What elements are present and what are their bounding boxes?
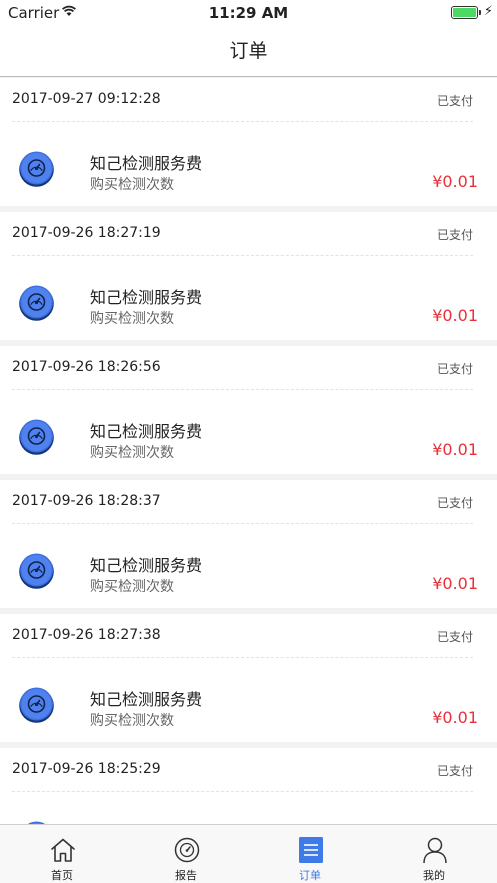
person-icon (423, 837, 447, 863)
dashed-divider (12, 523, 473, 524)
order-card[interactable]: 2017-09-27 09:12:28 已支付 知己检测服务费 购买检测次数 ¥… (0, 78, 497, 206)
charging-icon: ⚡ (483, 4, 493, 19)
order-card[interactable]: 2017-09-26 18:27:38 已支付 知己检测服务费 购买检测次数 ¥… (0, 614, 497, 742)
item-description: 购买检测次数 (90, 579, 174, 595)
order-date: 2017-09-26 18:28:37 (12, 493, 161, 509)
item-description: 购买检测次数 (90, 445, 174, 461)
order-date: 2017-09-27 09:12:28 (12, 91, 161, 107)
gauge-icon (19, 419, 54, 455)
gauge-icon (19, 151, 54, 187)
tab-bar: 首页 报告 订单 我的 (0, 824, 497, 883)
tab-label: 我的 (423, 869, 445, 882)
item-name: 知己检测服务费 (90, 690, 203, 709)
battery-icon (451, 6, 478, 19)
gauge-icon (174, 837, 200, 863)
tab-profile[interactable]: 我的 (372, 825, 496, 883)
tab-label: 订单 (299, 869, 321, 882)
order-status: 已支付 (436, 94, 473, 108)
tab-report[interactable]: 报告 (124, 825, 248, 883)
gauge-icon (19, 553, 54, 589)
tab-home[interactable]: 首页 (0, 825, 124, 883)
order-card[interactable]: 2017-09-26 18:27:19 已支付 知己检测服务费 购买检测次数 ¥… (0, 212, 497, 340)
dashed-divider (12, 791, 473, 792)
list-icon (299, 837, 323, 863)
order-price: ¥0.01 (432, 172, 478, 191)
order-price: ¥0.01 (432, 306, 478, 325)
order-status: 已支付 (436, 228, 473, 242)
order-status: 已支付 (436, 362, 473, 376)
order-price: ¥0.01 (432, 708, 478, 727)
item-name: 知己检测服务费 (90, 422, 203, 441)
item-name: 知己检测服务费 (90, 556, 203, 575)
item-description: 购买检测次数 (90, 177, 174, 193)
item-name: 知己检测服务费 (90, 154, 203, 173)
gauge-icon (19, 285, 54, 321)
tab-label: 首页 (51, 869, 73, 882)
order-status: 已支付 (436, 764, 473, 778)
order-status: 已支付 (436, 496, 473, 510)
dashed-divider (12, 657, 473, 658)
battery-tip (479, 10, 481, 15)
item-description: 购买检测次数 (90, 713, 174, 729)
dashed-divider (12, 121, 473, 122)
order-card[interactable]: 2017-09-26 18:26:56 已支付 知己检测服务费 购买检测次数 ¥… (0, 346, 497, 474)
order-date: 2017-09-26 18:27:19 (12, 225, 161, 241)
tab-orders[interactable]: 订单 (248, 825, 372, 883)
order-date: 2017-09-26 18:27:38 (12, 627, 161, 643)
order-price: ¥0.01 (432, 440, 478, 459)
dashed-divider (12, 389, 473, 390)
dashed-divider (12, 255, 473, 256)
order-status: 已支付 (436, 630, 473, 644)
status-bar: Carrier 11:29 AM ⚡ (0, 0, 497, 26)
tab-label: 报告 (175, 869, 197, 882)
navigation-bar: 订单 (0, 26, 497, 77)
order-card[interactable]: 2017-09-26 18:28:37 已支付 知己检测服务费 购买检测次数 ¥… (0, 480, 497, 608)
order-date: 2017-09-26 18:26:56 (12, 359, 161, 375)
page-title: 订单 (229, 40, 268, 62)
order-date: 2017-09-26 18:25:29 (12, 761, 161, 777)
item-name: 知己检测服务费 (90, 288, 203, 307)
item-description: 购买检测次数 (90, 311, 174, 327)
clock: 11:29 AM (208, 4, 289, 22)
home-icon (51, 838, 75, 862)
gauge-icon (19, 687, 54, 723)
order-price: ¥0.01 (432, 574, 478, 593)
